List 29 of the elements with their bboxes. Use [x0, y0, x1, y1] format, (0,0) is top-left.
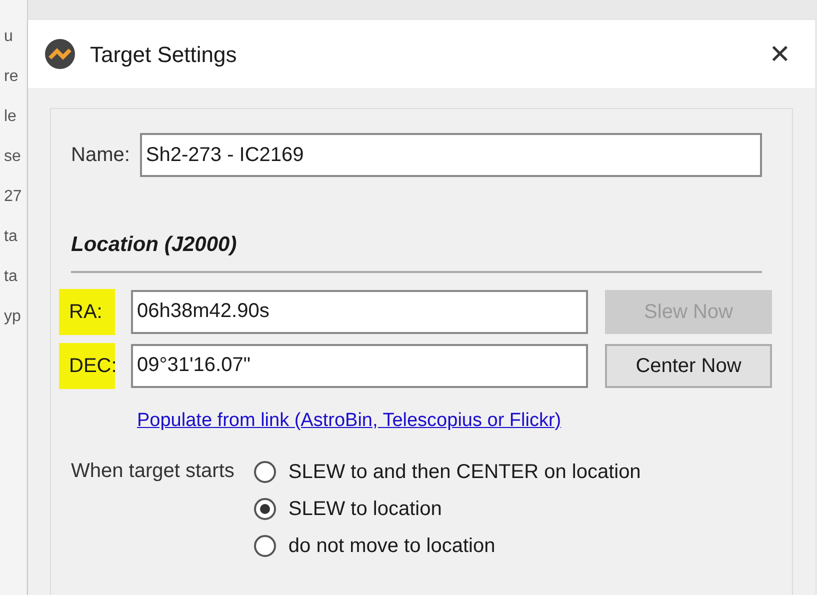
background-text: ta — [3, 268, 18, 286]
location-heading: Location (J2000) — [71, 232, 238, 258]
app-logo-icon — [44, 38, 76, 70]
radio-label: SLEW to and then CENTER on location — [288, 460, 641, 484]
background-text: 27 — [3, 188, 23, 206]
close-button[interactable]: ✕ — [769, 34, 791, 74]
radio-label: do not move to location — [288, 534, 496, 558]
radio-button[interactable] — [254, 460, 276, 482]
coordinate-field[interactable]: 09°31'16.07" — [131, 344, 588, 388]
background-text: u — [3, 28, 14, 46]
background-text: se — [3, 148, 22, 166]
radio-option[interactable]: SLEW to and then CENTER on location — [254, 453, 641, 490]
background-text: re — [3, 68, 20, 86]
radio-button[interactable] — [254, 534, 276, 556]
name-field[interactable]: Sh2-273 - IC2169 — [140, 133, 762, 177]
background-text: ta — [3, 228, 18, 246]
name-label: Name: — [71, 143, 130, 168]
coordinate-label: RA: — [59, 288, 115, 334]
radio-option[interactable]: SLEW to location — [254, 490, 641, 527]
action-button[interactable]: Center Now — [605, 344, 772, 388]
background-text: le — [3, 108, 18, 126]
when-target-starts-label: When target starts — [71, 459, 234, 484]
radio-option[interactable]: do not move to location — [254, 527, 641, 564]
radio-button[interactable] — [254, 498, 276, 520]
populate-link[interactable]: Populate from link (AstroBin, Telescopius or Flickr) — [137, 406, 772, 435]
window-title: Target Settings — [90, 40, 238, 69]
background-text: yp — [3, 308, 22, 326]
coordinate-label: DEC: — [59, 342, 115, 388]
radio-label: SLEW to location — [288, 496, 442, 522]
